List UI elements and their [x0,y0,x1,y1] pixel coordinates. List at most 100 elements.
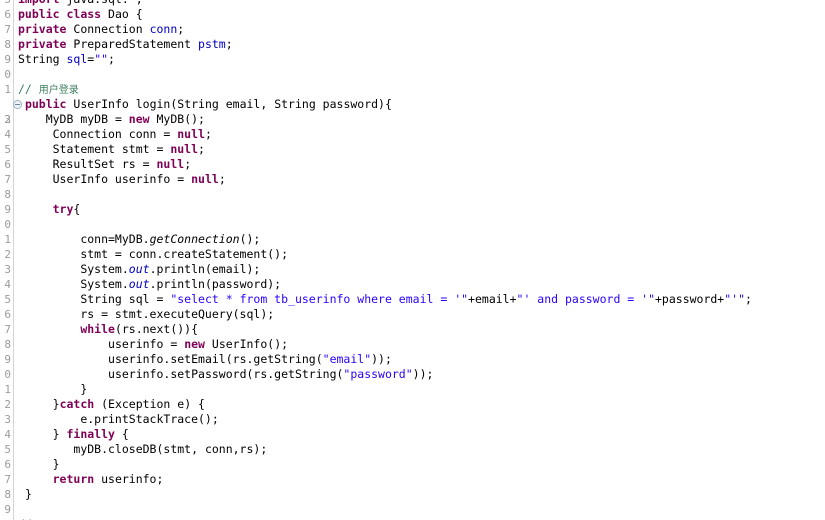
keyword-token: null [191,172,219,186]
gutter-line-number: 1 [4,383,11,396]
code-line[interactable]: String sql=""; [15,52,825,67]
code-token: java.sql.*; [60,0,142,6]
code-token: } [80,382,88,396]
code-token: Dao { [108,7,143,21]
keyword-token: null [170,142,199,156]
java-code-editor[interactable]: 5 6 7 8 9 0 1 2 3 4 5 6 7 8 9 0 1 2 3 4 … [0,0,825,520]
code-token: userinfo = [108,337,185,351]
code-token: { [114,427,129,441]
gutter-line-number: 0 [4,68,11,81]
gutter-line-number: 0 [4,368,11,381]
static-method-token: getConnection [149,232,240,246]
gutter-line-number: 3 [4,113,11,126]
code-line[interactable]: UserInfo userinfo = null; [15,172,825,187]
code-token: } [52,427,67,441]
code-line[interactable]: ResultSet rs = null; [15,157,825,172]
code-token: (); [239,232,261,246]
code-token: myDB.closeDB(stmt, conn,rs); [73,442,268,456]
code-line[interactable]: } finally { [15,427,825,442]
gutter-line-number: 4 [4,278,11,291]
gutter-line-number: 8 [4,38,11,51]
code-line[interactable]: } [15,382,825,397]
line-number-gutter: 5 6 7 8 9 0 1 2 3 4 5 6 7 8 9 0 1 2 3 4 … [0,0,22,520]
keyword-token: new [184,337,205,351]
code-line[interactable]: conn=MyDB.getConnection(); [15,232,825,247]
string-token: "password" [343,367,413,381]
code-line[interactable]: Connection conn = null; [15,127,825,142]
code-line[interactable]: System.out.println(email); [15,262,825,277]
gutter-line-number: 8 [4,188,11,201]
code-line[interactable]: rs = stmt.executeQuery(sql); [15,307,825,322]
comment-cjk-token: 用户登录 [38,85,79,96]
code-token: UserInfo(); [204,337,289,351]
code-line[interactable]: return userinfo; [15,472,825,487]
code-line[interactable] [15,67,825,82]
code-line[interactable]: e.printStackTrace(); [15,412,825,427]
keyword-token: finally [66,427,115,441]
gutter-line-number: 5 [4,143,11,156]
code-line[interactable] [15,217,825,232]
static-field-token: out [128,262,150,276]
code-line[interactable]: userinfo.setEmail(rs.getString("email"))… [15,352,825,367]
code-line[interactable]: } [15,487,825,502]
code-token: { [73,202,81,216]
code-token: UserInfo userinfo = [52,172,192,186]
gutter-line-number-with-fold: 2 [0,97,22,126]
code-token: ; [184,157,192,171]
code-token: stmt = conn.createStatement(); [80,247,289,261]
code-token: System. [80,262,129,276]
code-line-comment[interactable]: // 用户登录 [15,82,825,97]
string-token: "'" [724,292,746,306]
code-token: ; [108,52,115,66]
code-line[interactable]: MyDB myDB = new MyDB(); [15,112,825,127]
field-token: conn [149,22,178,36]
gutter-line-number: 1 [4,83,11,96]
code-line[interactable]: System.out.println(password); [15,277,825,292]
code-line[interactable]: userinfo.setPassword(rs.getString("passw… [15,367,825,382]
code-line[interactable]: } [15,457,825,472]
gutter-line-number: 7 [4,473,11,486]
keyword-token: private [18,22,67,36]
code-line[interactable]: while(rs.next()){ [15,322,825,337]
code-line[interactable]: private PreparedStatement pstm; [15,37,825,52]
string-token: "email" [322,352,372,366]
code-token: MyDB(); [149,112,205,126]
code-token: } [52,397,60,411]
code-line[interactable]: }catch (Exception e) { [15,397,825,412]
code-token: userinfo; [94,472,164,486]
string-token: "' and password = '" [516,292,655,306]
code-line[interactable]: private Connection conn; [15,22,825,37]
code-line-method-declaration[interactable]: public UserInfo login(String email, Stri… [15,97,825,112]
code-token: (rs.next()){ [114,322,199,336]
comment-token: // [18,82,39,96]
code-token: MyDB myDB = [45,112,129,126]
code-text-area[interactable]: import java.sql.*; public class Dao { pr… [15,0,825,520]
code-token: (Exception e) { [94,397,205,411]
keyword-token: public [24,97,67,111]
code-token: String [18,52,67,66]
code-line-clipped-top: import java.sql.*; [15,0,825,7]
code-line[interactable]: Statement stmt = null; [15,142,825,157]
code-token: String sql = [80,292,171,306]
code-line[interactable]: try{ [15,202,825,217]
code-line[interactable] [15,502,825,517]
code-token: UserInfo login(String email, String pass… [73,97,392,111]
static-field-token: out [128,277,150,291]
code-line[interactable] [15,187,825,202]
code-line[interactable]: public class Dao { [15,7,825,22]
keyword-token: try [52,202,74,216]
code-token: )); [412,367,434,381]
code-line[interactable]: stmt = conn.createStatement(); [15,247,825,262]
code-token: userinfo.setPassword(rs.getString( [108,367,344,381]
gutter-line-number: 6 [4,158,11,171]
keyword-token: null [177,127,205,141]
code-line-sql-query[interactable]: String sql = "select * from tb_userinfo … [15,292,825,307]
code-token: ; [225,37,233,51]
gutter-line-number: 2 [4,248,11,261]
code-line[interactable]: userinfo = new UserInfo(); [15,337,825,352]
code-line[interactable]: myDB.closeDB(stmt, conn,rs); [15,442,825,457]
code-token: PreparedStatement [73,37,199,51]
gutter-line-number: 5 [4,293,11,306]
gutter-line-number: 3 [4,413,11,426]
keyword-token: null [156,157,185,171]
